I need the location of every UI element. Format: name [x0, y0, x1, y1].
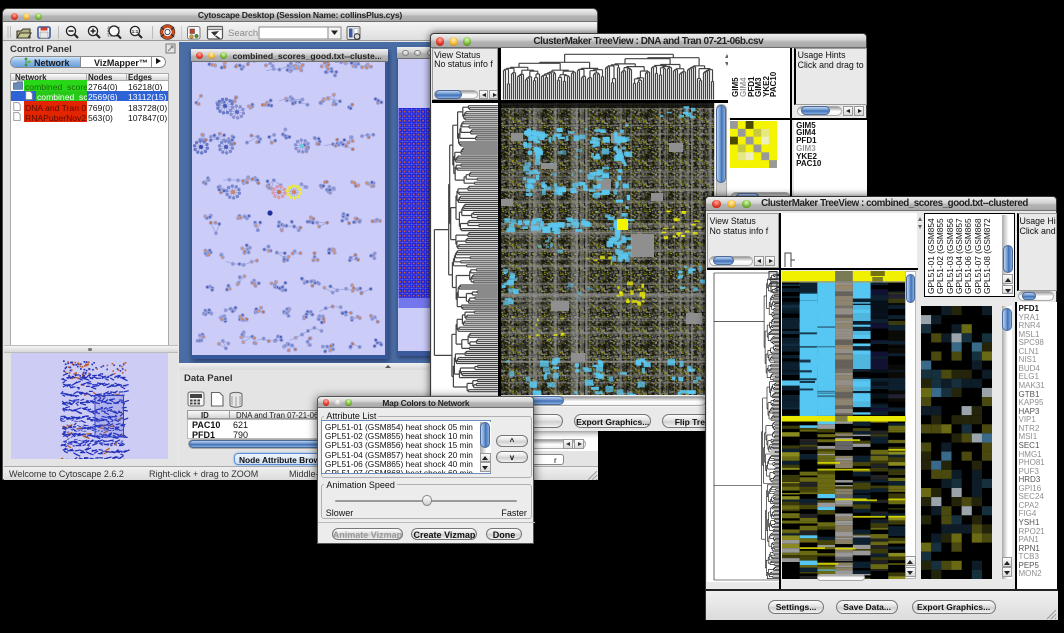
svg-text:1:1: 1:1 [132, 29, 139, 34]
svg-text:Search:: Search: [228, 28, 261, 39]
